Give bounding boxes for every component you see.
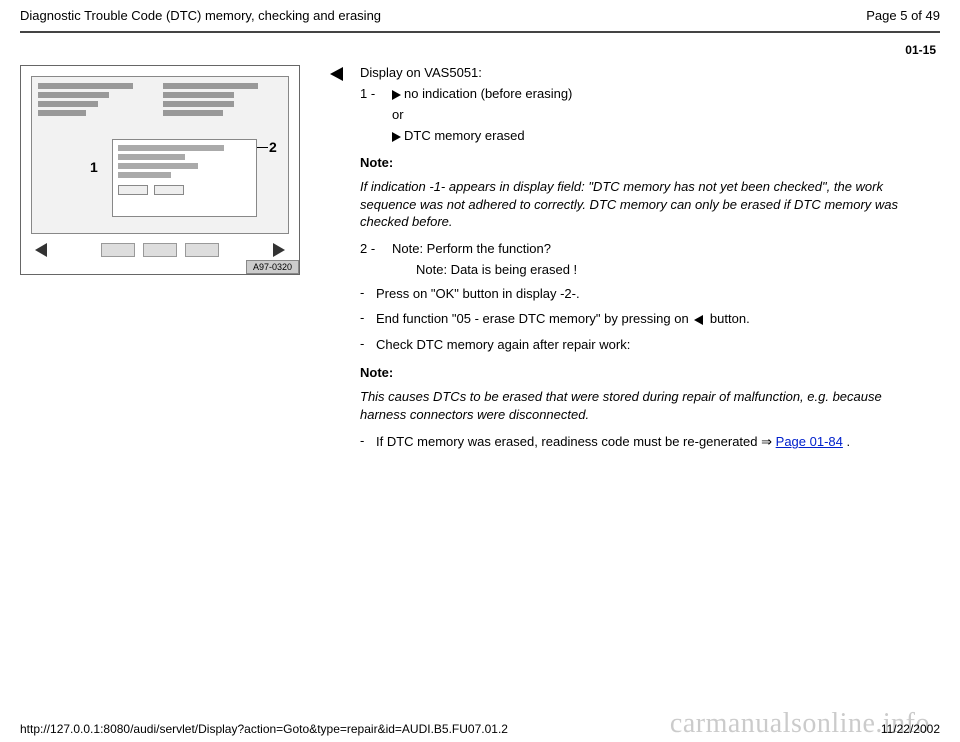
section-arrow bbox=[330, 65, 360, 86]
display-heading: Display on VAS5051: bbox=[360, 65, 930, 80]
vas5051-figure: 1 2 A97-0320 bbox=[20, 65, 300, 275]
dash-bullet: - bbox=[360, 433, 376, 451]
arrow-left-icon bbox=[330, 67, 343, 81]
item-1-or: or bbox=[392, 107, 930, 122]
page-link-01-84[interactable]: Page 01-84 bbox=[776, 434, 843, 449]
header-page-number: Page 5 of 49 bbox=[866, 8, 940, 23]
step-end-function-text: End function "05 - erase DTC memory" by … bbox=[376, 310, 930, 328]
dash-bullet: - bbox=[360, 285, 376, 303]
step-press-ok-text: Press on "OK" button in display -2-. bbox=[376, 285, 930, 303]
figure-nav-bar bbox=[31, 240, 289, 260]
nav-right-icon bbox=[273, 243, 285, 257]
figure-id-tag: A97-0320 bbox=[246, 260, 299, 274]
note-1-label: Note: bbox=[360, 155, 930, 170]
back-button-icon bbox=[694, 315, 703, 325]
figure-top-bars bbox=[38, 83, 282, 131]
page-header: Diagnostic Trouble Code (DTC) memory, ch… bbox=[0, 0, 960, 29]
step-end-function: - End function "05 - erase DTC memory" b… bbox=[360, 310, 930, 328]
note-2-label: Note: bbox=[360, 365, 930, 380]
dash-bullet: - bbox=[360, 336, 376, 354]
item-1-alt: DTC memory erased bbox=[392, 128, 930, 143]
header-title: Diagnostic Trouble Code (DTC) memory, ch… bbox=[20, 8, 381, 23]
page-footer: http://127.0.0.1:8080/audi/servlet/Displ… bbox=[0, 722, 960, 736]
step-press-ok: - Press on "OK" button in display -2-. bbox=[360, 285, 930, 303]
item-2-text: Note: Perform the function? bbox=[392, 241, 930, 256]
item-1-number: 1 - bbox=[360, 86, 392, 101]
item-2-subtext: Note: Data is being erased ! bbox=[416, 262, 930, 277]
footer-url: http://127.0.0.1:8080/audi/servlet/Displ… bbox=[20, 722, 508, 736]
note-2-body: This causes DTCs to be erased that were … bbox=[360, 388, 930, 423]
figure-column: 1 2 A97-0320 bbox=[20, 65, 330, 275]
step-check-again-text: Check DTC memory again after repair work… bbox=[376, 336, 930, 354]
step-readiness-text: If DTC memory was erased, readiness code… bbox=[376, 433, 930, 451]
dash-bullet: - bbox=[360, 310, 376, 328]
list-item-2: 2 - Note: Perform the function? bbox=[360, 241, 930, 256]
step-check-again: - Check DTC memory again after repair wo… bbox=[360, 336, 930, 354]
bullet-arrow-icon bbox=[392, 132, 401, 142]
figure-screen: 1 2 bbox=[31, 76, 289, 234]
figure-callout-2: 2 bbox=[269, 139, 277, 155]
nav-left-icon bbox=[35, 243, 47, 257]
section-number: 01-15 bbox=[0, 33, 960, 65]
bullet-arrow-icon bbox=[392, 90, 401, 100]
text-column: Display on VAS5051: 1 - no indication (b… bbox=[360, 65, 940, 459]
figure-dialog bbox=[112, 139, 257, 217]
note-1-body: If indication -1- appears in display fie… bbox=[360, 178, 930, 231]
step-readiness-code: - If DTC memory was erased, readiness co… bbox=[360, 433, 930, 451]
footer-date: 11/22/2002 bbox=[881, 722, 940, 736]
item-1-text: no indication (before erasing) bbox=[404, 86, 572, 101]
main-content: 1 2 A97-0320 Display on VAS5051: 1 - bbox=[0, 65, 960, 459]
figure-callout-1: 1 bbox=[90, 159, 98, 175]
item-2-number: 2 - bbox=[360, 241, 392, 256]
list-item-1: 1 - no indication (before erasing) bbox=[360, 86, 930, 101]
